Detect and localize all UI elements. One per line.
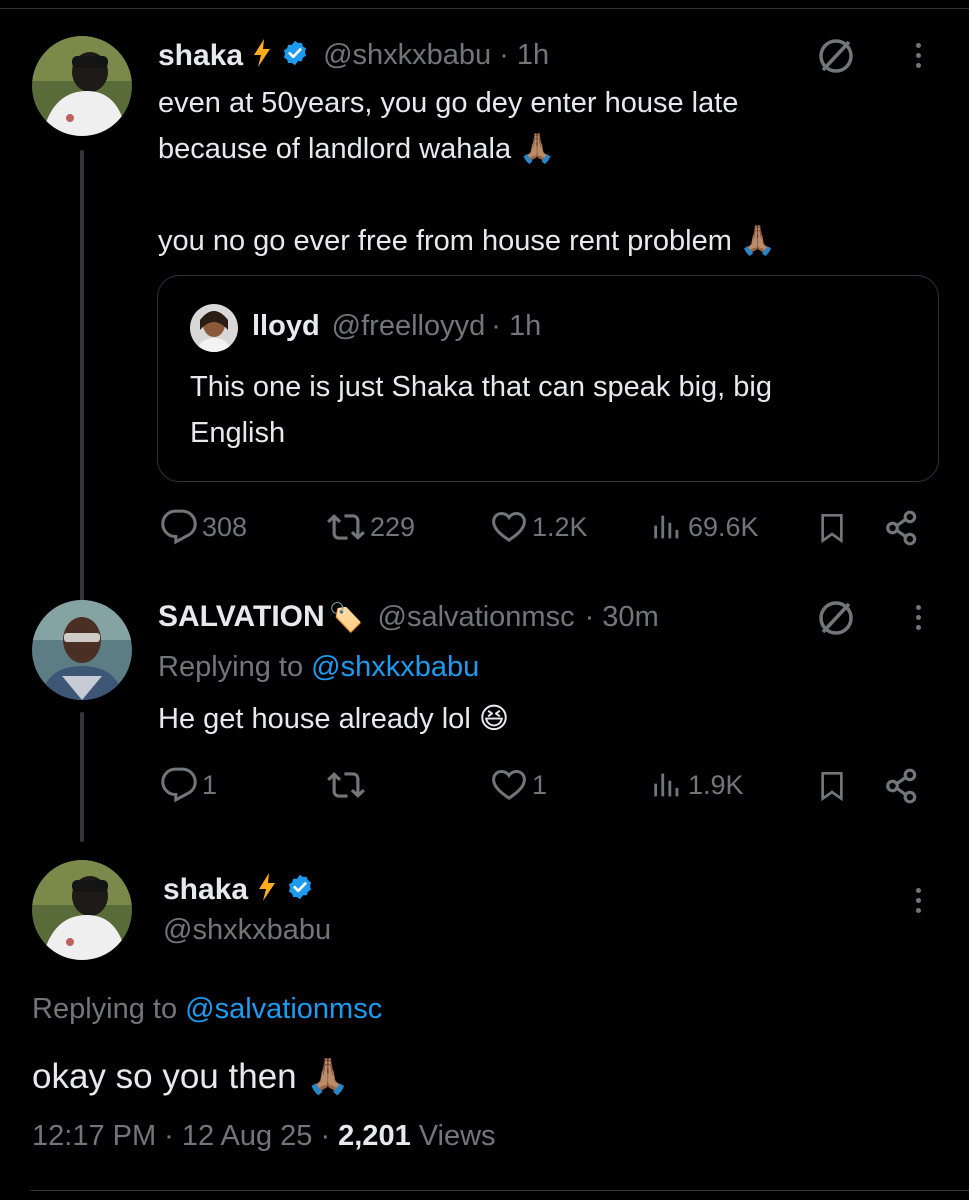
author-name[interactable]: shaka <box>158 39 243 73</box>
tweet-text-line: you no go ever free from house rent prob… <box>158 225 777 257</box>
tweet1-header: shaka @shxkxbabu · 1h <box>158 38 549 73</box>
replying-to: Replying to @salvationmsc <box>32 988 382 1030</box>
replying-handle-link[interactable]: @shxkxbabu <box>311 651 479 683</box>
bottom-divider <box>30 1190 969 1191</box>
tweet-text: He get house already lol 😆 <box>158 703 510 735</box>
share-icon[interactable] <box>882 508 922 548</box>
tag-emoji: 🏷️ <box>328 601 364 633</box>
meta-separator: · <box>320 1120 331 1152</box>
repost-icon <box>327 514 365 540</box>
tweet2-header: SALVATION 🏷️ @salvationmsc · 30m <box>158 600 659 634</box>
quote-time: · 1h <box>491 310 542 342</box>
meta-separator: · <box>164 1120 174 1152</box>
tweet3-header: shaka <box>163 872 314 907</box>
repost-count: 229 <box>370 511 416 542</box>
views-button[interactable]: 1.9K <box>650 766 744 804</box>
replying-handle-link[interactable]: @salvationmsc <box>185 993 382 1025</box>
quote-text-line: This one is just Shaka that can speak bi… <box>190 371 772 403</box>
quote-tweet-card[interactable]: lloyd @freelloyyd · 1h This one is just … <box>157 275 939 482</box>
tweet-text-line: because of landlord wahala 🙏🏽 <box>158 133 556 165</box>
tweet-time[interactable]: · 1h <box>499 39 549 72</box>
repost-icon <box>327 772 365 798</box>
tweet1-body: even at 50years, you go dey enter house … <box>158 80 918 264</box>
verified-badge-icon <box>286 873 314 906</box>
grok-icon[interactable] <box>814 34 858 78</box>
views-count: 69.6K <box>688 511 759 542</box>
thread-line <box>80 150 84 610</box>
tweet-date[interactable]: 12 Aug 25 <box>182 1120 313 1153</box>
views-count: 1.9K <box>688 769 744 800</box>
author-handle[interactable]: @shxkxbabu <box>163 914 331 947</box>
tweet-time[interactable]: · 30m <box>585 601 659 634</box>
replying-to: Replying to @shxkxbabu <box>158 646 479 688</box>
reply-icon <box>161 509 197 545</box>
replying-prefix: Replying to <box>32 993 178 1025</box>
bookmark-icon[interactable] <box>812 766 852 806</box>
views-label: Views <box>418 1120 496 1152</box>
avatar-salvation[interactable] <box>32 600 132 700</box>
quote-author-handle: @freelloyyd <box>331 310 486 342</box>
tweet3-text: okay so you then 🙏🏽 <box>32 1057 350 1096</box>
share-icon[interactable] <box>882 766 922 806</box>
reply-button[interactable]: 1 <box>160 766 217 804</box>
like-count: 1 <box>532 769 548 800</box>
more-icon[interactable] <box>916 605 921 630</box>
reply-count: 1 <box>202 769 218 800</box>
tweet-text-line: even at 50years, you go dey enter house … <box>158 87 739 119</box>
top-divider <box>0 8 969 9</box>
more-icon[interactable] <box>916 43 921 68</box>
author-handle[interactable]: @salvationmsc <box>378 601 575 634</box>
thread-line <box>80 712 84 842</box>
like-icon <box>492 512 526 542</box>
reply-count: 308 <box>202 511 248 542</box>
tweet2-body: He get house already lol 😆 <box>158 696 918 742</box>
author-name[interactable]: shaka <box>163 873 248 907</box>
replying-prefix: Replying to <box>158 651 304 683</box>
views-button[interactable]: 69.6K <box>650 508 759 546</box>
lightning-icon <box>256 872 278 907</box>
views-icon <box>654 773 679 797</box>
avatar-lloyd <box>190 304 238 352</box>
like-button[interactable]: 1 <box>490 766 547 804</box>
avatar-shaka[interactable] <box>32 36 132 136</box>
bookmark-icon[interactable] <box>812 508 852 548</box>
tweet-meta: 12:17 PM · 12 Aug 25 · 2,201 Views <box>32 1120 496 1153</box>
like-icon <box>492 770 526 800</box>
repost-button[interactable]: 229 <box>326 508 415 546</box>
reply-icon <box>161 767 197 803</box>
avatar-shaka[interactable] <box>32 860 132 960</box>
verified-badge-icon <box>281 39 309 72</box>
views-icon <box>654 515 679 539</box>
quote-author-name: lloyd <box>252 310 320 342</box>
views-count: 2,201 <box>338 1120 411 1152</box>
more-icon[interactable] <box>916 888 921 913</box>
grok-icon[interactable] <box>814 596 858 640</box>
tweet-time[interactable]: 12:17 PM <box>32 1120 156 1153</box>
like-button[interactable]: 1.2K <box>490 508 588 546</box>
reply-button[interactable]: 308 <box>160 508 247 546</box>
like-count: 1.2K <box>532 511 588 542</box>
author-name[interactable]: SALVATION <box>158 600 325 634</box>
quote-body: This one is just Shaka that can speak bi… <box>190 364 930 456</box>
author-handle[interactable]: @shxkxbabu <box>323 39 491 72</box>
quote-text-line: English <box>190 417 286 449</box>
lightning-icon <box>251 38 273 73</box>
repost-button[interactable] <box>326 766 370 804</box>
